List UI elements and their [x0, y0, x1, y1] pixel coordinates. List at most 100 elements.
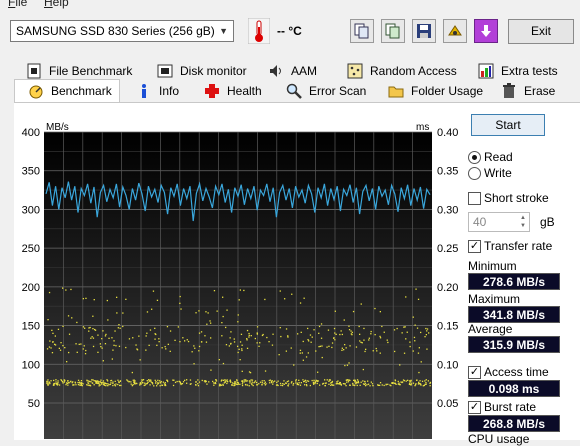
access-time-point	[102, 380, 105, 382]
access-time-point	[204, 335, 206, 337]
access-time-point	[327, 329, 330, 331]
access-time-point	[86, 379, 88, 381]
menu-file[interactable]: File	[8, 0, 27, 9]
download-update-button[interactable]	[474, 19, 498, 43]
access-time-point	[207, 312, 209, 314]
access-time-point	[363, 339, 365, 341]
write-radio[interactable]	[468, 167, 481, 180]
access-time-point	[318, 325, 321, 328]
short-stroke-size-input[interactable]: 40 ▲ ▼	[468, 212, 530, 232]
access-time-point	[237, 383, 239, 385]
access-time-point	[154, 379, 156, 381]
access-time-point	[86, 384, 88, 386]
spin-arrows-icon[interactable]: ▲ ▼	[518, 214, 528, 230]
access-time-point	[230, 343, 232, 345]
read-radio[interactable]	[468, 151, 481, 164]
minimum-label: Minimum	[468, 259, 517, 273]
access-time-point	[206, 383, 208, 385]
access-time-point	[316, 382, 318, 385]
access-time-point	[246, 347, 249, 349]
tab-aam[interactable]: AAM	[268, 62, 317, 80]
tab-label: Random Access	[370, 64, 457, 78]
access-time-point	[420, 331, 422, 334]
access-time-point	[343, 319, 345, 321]
tab-erase[interactable]: Erase	[501, 82, 555, 100]
access-time-point	[197, 383, 199, 385]
tab-info[interactable]: Info	[136, 82, 179, 100]
access-time-point	[261, 382, 263, 384]
access-time-point	[151, 308, 153, 310]
access-time-point	[164, 383, 166, 386]
short-stroke-label: Short stroke	[484, 191, 549, 205]
access-time-point	[71, 317, 73, 319]
tab-health[interactable]: Health	[204, 82, 262, 100]
access-time-point	[312, 381, 315, 383]
access-time-point	[156, 299, 159, 301]
access-time-point	[241, 344, 243, 346]
access-time-point	[62, 382, 64, 384]
access-time-point	[246, 339, 248, 341]
access-time-point	[429, 381, 432, 384]
access-time-point	[269, 379, 271, 381]
tab-disk-monitor[interactable]: Disk monitor	[157, 62, 247, 80]
access-time-point	[364, 350, 366, 353]
access-time-point	[50, 380, 52, 382]
menu-help[interactable]: Help	[44, 0, 69, 9]
access-time-point	[339, 333, 341, 336]
tab-random-access[interactable]: Random Access	[347, 62, 457, 80]
tab-label: Erase	[524, 84, 556, 98]
access-time-point	[63, 381, 65, 383]
access-time-point	[246, 338, 248, 340]
access-time-point	[243, 381, 245, 383]
access-time-point	[276, 384, 278, 386]
access-time-point	[277, 380, 279, 382]
access-time-point	[193, 345, 195, 347]
access-time-point	[286, 381, 288, 383]
access-time-point	[234, 381, 236, 383]
access-time-point	[379, 337, 382, 339]
burst-rate-checkbox[interactable]: ✓	[468, 401, 481, 414]
access-time-point	[248, 371, 251, 373]
screenshot-button[interactable]	[443, 19, 467, 43]
drive-select[interactable]: SAMSUNG SSD 830 Series (256 gB) ▼	[10, 20, 234, 42]
access-time-point	[87, 380, 90, 382]
read-label: Read	[484, 150, 513, 164]
access-time-point	[374, 334, 376, 336]
access-time-point	[355, 346, 358, 348]
access-time-checkbox[interactable]: ✓	[468, 366, 481, 379]
exit-button[interactable]: Exit	[508, 19, 574, 44]
access-time-point	[156, 344, 158, 346]
access-time-point	[52, 332, 54, 334]
access-time-point	[200, 331, 203, 333]
access-time-point	[291, 293, 293, 295]
access-time-point	[167, 343, 169, 345]
tab-benchmark[interactable]: Benchmark	[28, 82, 112, 100]
access-time-point	[298, 379, 300, 381]
access-time-point	[89, 326, 91, 329]
save-button[interactable]	[412, 19, 436, 43]
access-time-point	[97, 334, 99, 336]
short-stroke-checkbox[interactable]	[468, 192, 481, 205]
access-time-point	[49, 340, 51, 342]
access-time-point	[60, 342, 62, 344]
access-time-point	[224, 379, 226, 381]
tab-extra-tests[interactable]: Extra tests	[478, 62, 558, 80]
access-time-point	[409, 383, 412, 386]
access-time-point	[146, 332, 148, 334]
tab-error-scan[interactable]: Error Scan	[286, 82, 366, 100]
start-button[interactable]: Start	[471, 114, 545, 136]
access-time-point	[319, 384, 321, 386]
access-time-point	[410, 381, 412, 383]
access-time-point	[251, 383, 253, 385]
access-time-point	[111, 358, 113, 360]
copy-info-button[interactable]	[350, 19, 374, 43]
transfer-rate-checkbox[interactable]: ✓	[468, 240, 481, 253]
access-time-point	[358, 325, 360, 328]
tab-file-benchmark[interactable]: File Benchmark	[26, 62, 132, 80]
copy-text-button[interactable]	[381, 19, 405, 43]
access-time-point	[231, 384, 233, 386]
tab-folder-usage[interactable]: Folder Usage	[388, 82, 483, 100]
chart-grid	[44, 131, 432, 439]
access-time-point	[310, 341, 312, 343]
access-time-point	[94, 328, 96, 331]
